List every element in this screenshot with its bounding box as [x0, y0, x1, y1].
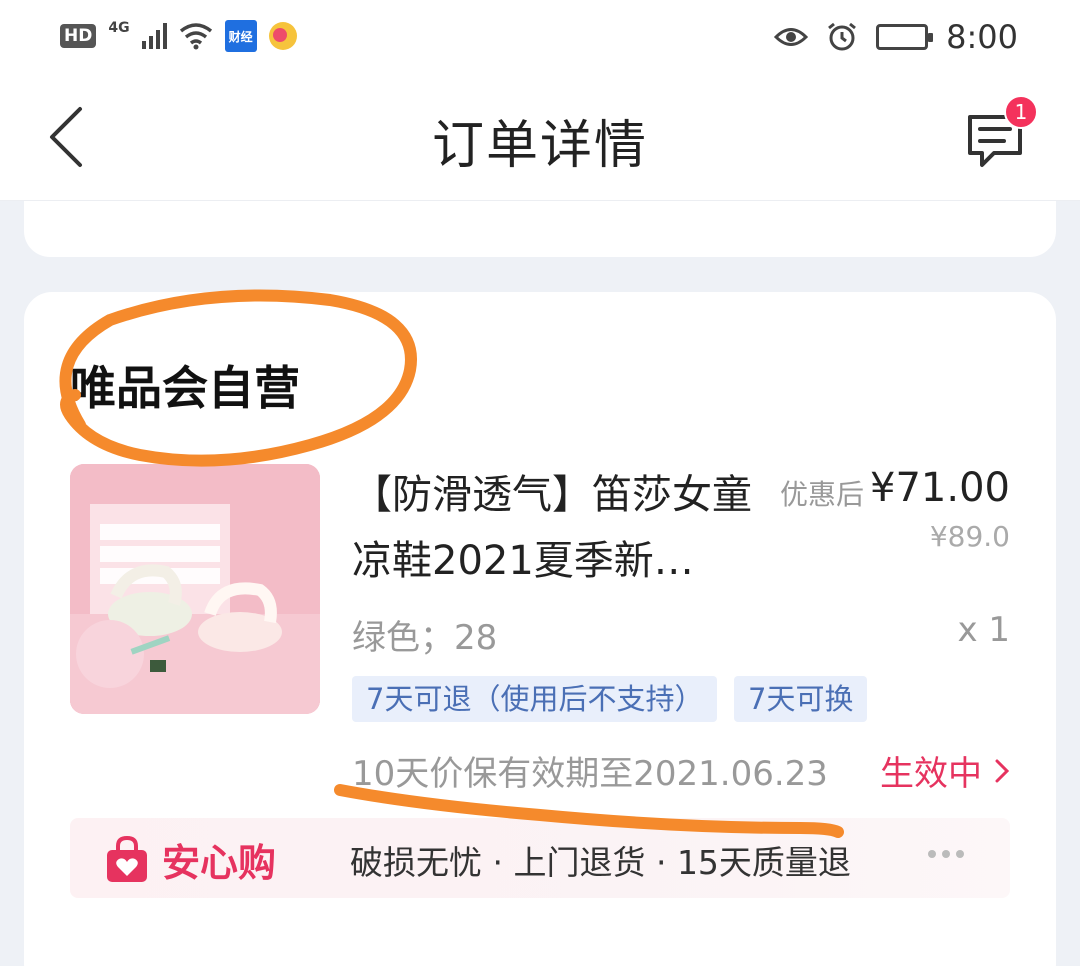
product-title[interactable]: 【防滑透气】笛莎女童凉鞋2021夏季新… [352, 462, 752, 594]
eye-icon [774, 28, 809, 46]
page-title: 订单详情 [431, 116, 648, 176]
network-type: 4G [108, 20, 130, 36]
status-bar: HD 4G 财经 8:00 [0, 0, 1080, 75]
wifi-icon [179, 23, 212, 50]
status-time: 8:00 [946, 18, 1018, 56]
sandals-image [70, 464, 320, 714]
product-image[interactable] [70, 464, 320, 714]
message-badge: 1 [1004, 95, 1038, 129]
more-dots-icon[interactable] [928, 850, 964, 858]
shop-name[interactable]: 唯品会自营 [70, 352, 300, 418]
tag-return-policy: 7天可退（使用后不支持） [352, 676, 718, 722]
nav-header: 订单详情 1 [0, 75, 1080, 201]
chevron-right-icon [995, 759, 1010, 782]
price-original: ¥89.0 [929, 520, 1010, 553]
status-right: 8:00 [774, 18, 1018, 56]
assurance-name: 安心购 [162, 841, 277, 885]
signal-icon [141, 23, 167, 49]
status-left: HD 4G 财经 [60, 20, 297, 52]
battery-icon [876, 24, 934, 50]
price-protect-status[interactable]: 生效中 [880, 746, 1010, 795]
price-label: 优惠后 [780, 478, 865, 511]
hd-indicator: HD [60, 24, 97, 48]
alarm-icon [828, 22, 857, 51]
bag-heart-icon [107, 835, 147, 882]
assurance-text: 破损无忧 · 上门退货 · 15天质量退 [350, 843, 851, 882]
assurance-logo: 安心购 [104, 832, 276, 887]
finance-app-icon: 财经 [224, 20, 257, 52]
product-spec: 绿色；28 [352, 618, 498, 658]
notification-app-icon [268, 22, 297, 50]
message-button[interactable]: 1 [960, 95, 1038, 173]
price-current: ¥71.00 [870, 465, 1010, 511]
price-protect-text: 10天价保有效期至2021.06.23 [352, 754, 828, 794]
previous-card-bottom [24, 201, 1056, 257]
protect-status-label: 生效中 [880, 754, 982, 794]
product-quantity: x 1 [957, 610, 1010, 650]
tag-exchange-policy: 7天可换 [734, 676, 868, 722]
